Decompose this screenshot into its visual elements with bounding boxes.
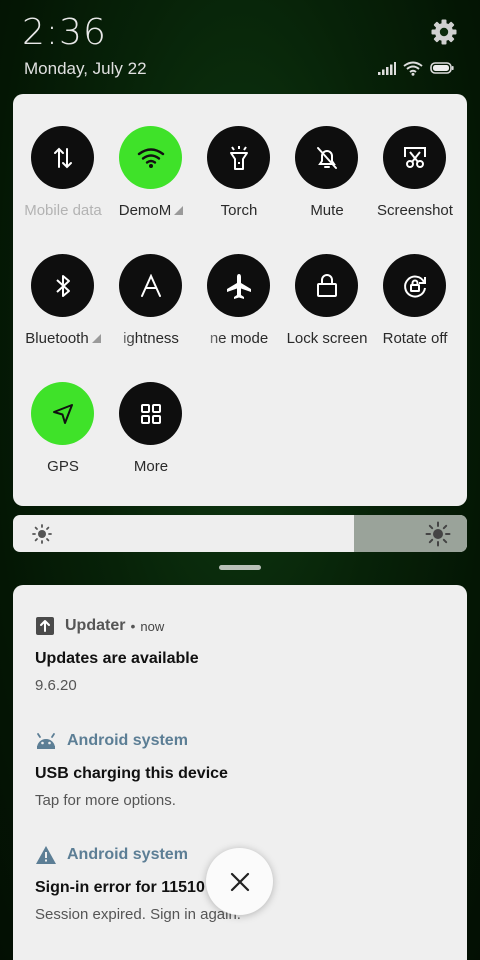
bluetooth-icon [31, 254, 94, 317]
status-icons [378, 60, 454, 76]
notification-app-name: Android system [67, 732, 188, 749]
auto-brightness-icon [119, 254, 182, 317]
close-icon [230, 872, 249, 891]
brightness-high-icon [425, 521, 451, 547]
notification-header: Android system [35, 730, 455, 752]
brightness-low-icon [32, 524, 52, 544]
tile-screenshot[interactable]: Screenshot [370, 126, 460, 236]
clear-notifications-button[interactable] [206, 848, 273, 915]
tile-label: ne mode [209, 330, 269, 347]
tile-label: Mute [310, 202, 344, 219]
mobile-data-icon [31, 126, 94, 189]
drag-handle[interactable] [219, 565, 261, 570]
tile-bluetooth[interactable]: Bluetooth [18, 254, 108, 364]
tile-label: Lock screen [286, 330, 368, 347]
tile-more[interactable]: More [106, 382, 196, 492]
brightness-slider[interactable] [13, 515, 467, 552]
notification-title: USB charging this device [35, 765, 228, 782]
warning-icon [36, 846, 56, 864]
tile-label: Mobile data [24, 202, 102, 219]
tile-torch[interactable]: Torch [194, 126, 284, 236]
signal-icon [378, 61, 396, 75]
notification-time: now [140, 618, 165, 634]
tile-airplane-mode[interactable]: ne mode [194, 254, 284, 364]
tile-mobile-data[interactable]: Mobile data [18, 126, 108, 236]
notification-text: 9.6.20 [35, 677, 77, 694]
quick-settings-panel: Mobile data DemoM Torch Mute Screenshot … [13, 94, 467, 506]
separator-dot: • [130, 618, 136, 634]
date[interactable]: Monday, July 22 [24, 59, 147, 79]
tile-brightness[interactable]: ightness [106, 254, 196, 364]
screenshot-icon [383, 126, 446, 189]
lock-icon [295, 254, 358, 317]
wifi-icon [119, 126, 182, 189]
tile-label: Screenshot [377, 202, 453, 219]
torch-icon [207, 126, 270, 189]
airplane-icon [207, 254, 270, 317]
notification-header: Updater • now [35, 615, 455, 637]
notification-app-name: Android system [67, 846, 188, 863]
notification-text: Tap for more options. [35, 792, 176, 809]
tile-rotate-off[interactable]: Rotate off [370, 254, 460, 364]
notification-title: Updates are available [35, 650, 199, 667]
android-icon [37, 733, 55, 749]
tile-label: Torch [220, 202, 258, 219]
grid-icon [119, 382, 182, 445]
clock[interactable]: 2:36 [22, 12, 107, 53]
wifi-status-icon [403, 61, 423, 76]
notification-usb-charging[interactable]: Android system USB charging this device … [35, 730, 455, 809]
rotate-lock-icon [383, 254, 446, 317]
tile-wifi[interactable]: DemoM [106, 126, 196, 236]
tile-label: More [133, 458, 169, 475]
updater-arrow-icon [36, 617, 54, 635]
tile-label: Bluetooth [12, 330, 114, 347]
settings-gear-icon[interactable] [430, 18, 458, 46]
notification-updater[interactable]: Updater • now Updates are available 9.6.… [35, 615, 455, 694]
tile-mute[interactable]: Mute [282, 126, 372, 236]
mute-bell-icon [295, 126, 358, 189]
tile-label: GPS [47, 458, 79, 475]
tile-label: ightness [123, 330, 179, 347]
tile-gps[interactable]: GPS [18, 382, 108, 492]
tile-label: DemoM [100, 202, 202, 219]
expand-triangle-icon[interactable] [174, 206, 184, 215]
notification-app-name: Updater [65, 617, 126, 634]
tile-label: Rotate off [382, 330, 448, 347]
tile-lock-screen[interactable]: Lock screen [282, 254, 372, 364]
gps-icon [31, 382, 94, 445]
battery-icon [430, 62, 454, 74]
